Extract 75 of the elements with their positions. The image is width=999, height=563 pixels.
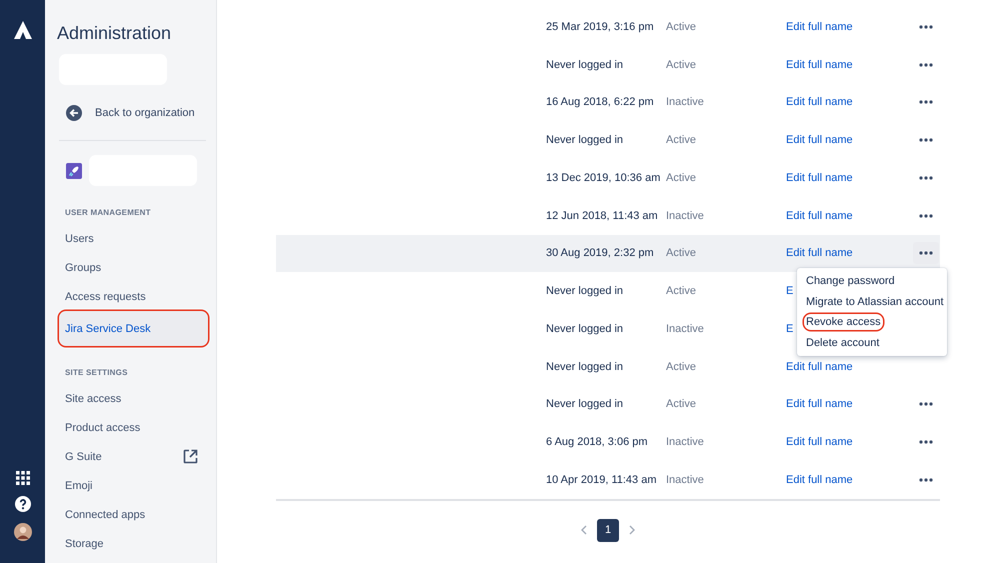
table-cell-text: 30 Aug 2019, 2:32 pm: [546, 247, 655, 260]
ellipsis-icon: [919, 440, 933, 444]
table-cell-text: 16 Aug 2018, 6:22 pm: [546, 96, 655, 108]
sidebar-item[interactable]: Access requests: [57, 282, 208, 311]
table-cell-text: Never logged in: [546, 134, 624, 146]
table-cell-text: 25 Mar 2019, 3:16 pm: [546, 20, 655, 33]
edit-link[interactable]: Edit full name: [786, 398, 853, 410]
table-cell-text: Inactive: [666, 322, 705, 335]
sidebar-item[interactable]: Users: [57, 224, 208, 253]
back-link[interactable]: Back to organization: [66, 105, 208, 121]
ellipsis-icon: [919, 176, 933, 180]
edit-link[interactable]: Edit full name: [786, 436, 853, 448]
edit-link[interactable]: Edit full name: [786, 247, 853, 260]
edit-link[interactable]: E: [786, 285, 794, 298]
sidebar-item[interactable]: Jira Service Desk: [59, 311, 208, 346]
sidebar-item[interactable]: Site access: [57, 384, 208, 413]
sidebar-item[interactable]: G Suite: [57, 442, 208, 471]
logo-icon[interactable]: [12, 20, 32, 40]
section-heading: SITE SETTINGS: [65, 368, 129, 377]
menu-item[interactable]: Migrate to Atlassian account: [804, 294, 946, 310]
menu-item[interactable]: Revoke access: [804, 314, 883, 330]
table-cell-text: 6 Aug 2018, 3:06 pm: [546, 436, 649, 448]
menu-item[interactable]: Change password: [804, 273, 897, 290]
edit-link[interactable]: Edit full name: [786, 20, 853, 33]
edit-link[interactable]: Edit full name: [786, 134, 853, 146]
table-cell-text: 13 Dec 2019, 10:36 am: [546, 172, 662, 184]
table-cell-text: Active: [666, 134, 697, 146]
table-cell-text: Active: [666, 398, 697, 410]
table-cell-text: 12 Jun 2018, 11:43 am: [546, 210, 659, 222]
page-button[interactable]: 1: [597, 518, 619, 542]
ellipsis-icon: [919, 402, 933, 406]
ellipsis-icon: [919, 478, 933, 482]
sidebar-item[interactable]: Connected apps: [57, 500, 208, 529]
ellipsis-icon: [919, 100, 933, 104]
sidebar-item[interactable]: Storage: [57, 529, 208, 558]
table-cell-text: Never logged in: [546, 285, 624, 298]
table-cell-text: Inactive: [666, 96, 705, 108]
more-button[interactable]: [913, 242, 939, 264]
table-cell-text: Active: [666, 20, 697, 33]
table-cell-text: Inactive: [666, 210, 705, 222]
table-cell-text: Never logged in: [546, 322, 624, 335]
table-cell-text: Inactive: [666, 436, 705, 448]
ellipsis-icon: [919, 251, 933, 256]
edit-link[interactable]: E: [786, 322, 794, 335]
edit-link[interactable]: Edit full name: [786, 474, 853, 486]
avatar-icon[interactable]: [14, 523, 32, 541]
ellipsis-icon: [919, 62, 933, 67]
table-cell-text: 10 Apr 2019, 11:43 am: [546, 474, 658, 486]
ellipsis-icon: [919, 24, 933, 29]
section-heading: USER MANAGEMENT: [65, 208, 152, 217]
edit-link[interactable]: Edit full name: [786, 96, 853, 108]
page-title: Administration: [57, 23, 172, 44]
ellipsis-icon: [919, 214, 933, 218]
rocket-icon: [66, 162, 82, 178]
table-cell-text: Never logged in: [546, 360, 624, 373]
sidebar-item[interactable]: Groups: [57, 253, 208, 282]
table-cell-text: Active: [666, 285, 697, 298]
table-cell-text: Never logged in: [546, 58, 624, 71]
external-link-icon: [183, 449, 198, 464]
table-cell-text: Active: [666, 172, 697, 184]
table-cell-text: Never logged in: [546, 398, 624, 410]
help-icon[interactable]: [14, 496, 30, 512]
edit-link[interactable]: Edit full name: [786, 210, 853, 222]
table-cell-text: Inactive: [666, 474, 705, 486]
table-cell-text: Active: [666, 247, 697, 260]
table-cell-text: Active: [666, 58, 697, 71]
table-cell-text: Active: [666, 360, 697, 373]
ellipsis-icon: [919, 138, 933, 142]
sidebar-item[interactable]: Product access: [57, 413, 208, 442]
sidebar-item[interactable]: Emoji: [57, 471, 208, 500]
edit-link[interactable]: Edit full name: [786, 172, 853, 184]
edit-link[interactable]: Edit full name: [786, 360, 853, 373]
edit-link[interactable]: Edit full name: [786, 58, 853, 71]
app-grid-icon[interactable]: [16, 471, 30, 485]
menu-item[interactable]: Delete account: [804, 334, 882, 351]
